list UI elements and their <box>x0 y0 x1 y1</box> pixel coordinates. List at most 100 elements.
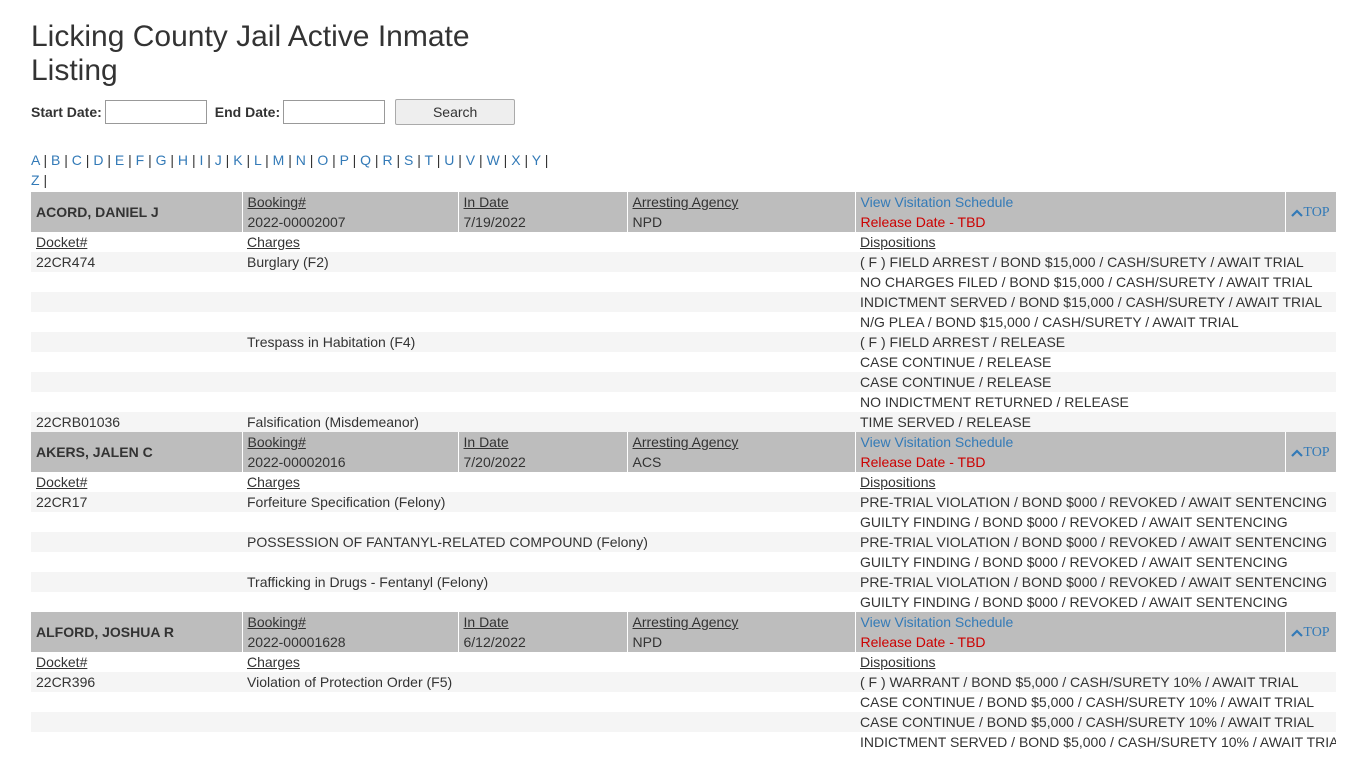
alphabet-link-j[interactable]: J <box>215 152 222 168</box>
dispositions-label[interactable]: Dispositions <box>860 472 1331 492</box>
booking-label[interactable]: Booking# <box>248 612 453 632</box>
top-cell: TOP <box>1285 432 1337 472</box>
booking-label[interactable]: Booking# <box>248 432 453 452</box>
charges-header-cell: Charges <box>242 472 855 492</box>
alphabet-link-f[interactable]: F <box>136 152 145 168</box>
alphabet-link-y[interactable]: Y <box>532 152 541 168</box>
booking-number: 2022-00001628 <box>247 634 346 650</box>
alphabet-link-k[interactable]: K <box>233 152 242 168</box>
page: Licking County Jail Active Inmate Listin… <box>0 0 1366 752</box>
visitation-schedule-link[interactable]: View Visitation Schedule <box>861 192 1280 212</box>
docket-label[interactable]: Docket# <box>36 472 237 492</box>
alphabet-separator: | <box>107 152 111 168</box>
agency-label[interactable]: Arresting Agency <box>633 432 850 452</box>
booking-number: 2022-00002016 <box>247 454 346 470</box>
alphabet-link-g[interactable]: G <box>156 152 167 168</box>
alphabet-separator: | <box>43 172 48 188</box>
in-date-cell: In Date 7/19/2022 <box>458 192 628 232</box>
docket-number <box>31 352 242 372</box>
docket-number: 22CR396 <box>31 672 242 692</box>
alphabet-link-s[interactable]: S <box>404 152 413 168</box>
alphabet-link-w[interactable]: W <box>487 152 500 168</box>
in-date-value: 7/19/2022 <box>463 214 526 230</box>
top-label: TOP <box>1303 625 1330 640</box>
in-date-label[interactable]: In Date <box>464 432 622 452</box>
booking-number: 2022-00002007 <box>247 214 346 230</box>
alphabet-separator: | <box>191 152 196 168</box>
charge-description <box>242 712 855 732</box>
alphabet-link-t[interactable]: T <box>425 152 433 168</box>
inmate-name: ACORD, DANIEL J <box>31 192 243 232</box>
alphabet-link-b[interactable]: B <box>51 152 60 168</box>
visitation-cell: View Visitation Schedule Release Date - T… <box>855 612 1286 652</box>
alphabet-link-q[interactable]: Q <box>360 152 371 168</box>
agency-value: NPD <box>632 634 663 650</box>
charge-description <box>242 592 855 612</box>
disposition-text: PRE-TRIAL VIOLATION / BOND $000 / REVOKE… <box>855 492 1336 512</box>
alphabet-link-i[interactable]: I <box>199 152 203 168</box>
back-to-top-link[interactable]: TOP <box>1291 445 1330 460</box>
end-date-input[interactable] <box>283 100 386 124</box>
alphabet-link-c[interactable]: C <box>72 152 82 168</box>
visitation-schedule-link[interactable]: View Visitation Schedule <box>861 432 1280 452</box>
docket-label[interactable]: Docket# <box>36 652 237 672</box>
charges-label[interactable]: Charges <box>247 652 850 672</box>
alphabet-link-p[interactable]: P <box>340 152 349 168</box>
alphabet-separator: | <box>396 152 401 168</box>
charge-row: 22CR396 Violation of Protection Order (F5… <box>31 672 1336 692</box>
charges-label[interactable]: Charges <box>247 472 850 492</box>
alphabet-link-a[interactable]: A <box>31 152 40 168</box>
alphabet-link-h[interactable]: H <box>178 152 188 168</box>
in-date-label[interactable]: In Date <box>464 612 622 632</box>
agency-label[interactable]: Arresting Agency <box>633 192 850 212</box>
docket-label[interactable]: Docket# <box>36 232 237 252</box>
alphabet-link-z[interactable]: Z <box>31 172 40 188</box>
alphabet-link-r[interactable]: R <box>382 152 392 168</box>
agency-label[interactable]: Arresting Agency <box>633 612 850 632</box>
disposition-text: GUILTY FINDING / BOND $000 / REVOKED / A… <box>855 592 1336 612</box>
alphabet-link-d[interactable]: D <box>93 152 103 168</box>
inmate-table: ACORD, DANIEL J Booking# 2022-00002007 In D… <box>31 192 1337 752</box>
inmate-name: AKERS, JALEN C <box>31 432 243 472</box>
alphabet-link-v[interactable]: V <box>466 152 475 168</box>
visitation-cell: View Visitation Schedule Release Date - T… <box>855 432 1286 472</box>
in-date-label[interactable]: In Date <box>464 192 622 212</box>
alphabet-link-e[interactable]: E <box>115 152 124 168</box>
charge-description <box>242 292 855 312</box>
agency-cell: Arresting Agency NPD <box>627 612 856 652</box>
in-date-cell: In Date 7/20/2022 <box>458 432 628 472</box>
alphabet-link-n[interactable]: N <box>296 152 306 168</box>
charge-row: NO CHARGES FILED / BOND $15,000 / CASH/S… <box>31 272 1336 292</box>
charges-label[interactable]: Charges <box>247 232 850 252</box>
visitation-cell: View Visitation Schedule Release Date - T… <box>855 192 1286 232</box>
alphabet-separator: | <box>43 152 48 168</box>
visitation-schedule-link[interactable]: View Visitation Schedule <box>861 612 1280 632</box>
back-to-top-link[interactable]: TOP <box>1291 205 1330 220</box>
booking-label[interactable]: Booking# <box>248 192 453 212</box>
disposition-text: N/G PLEA / BOND $15,000 / CASH/SURETY / … <box>855 312 1336 332</box>
docket-number <box>31 732 242 752</box>
start-date-input[interactable] <box>104 100 207 124</box>
disposition-text: CASE CONTINUE / RELEASE <box>855 352 1336 372</box>
charge-description <box>242 512 855 532</box>
docket-number: 22CRB01036 <box>31 412 242 432</box>
docket-number: 22CR17 <box>31 492 242 512</box>
charges-header-cell: Charges <box>242 652 855 672</box>
charge-row: GUILTY FINDING / BOND $000 / REVOKED / A… <box>31 592 1336 612</box>
alphabet-link-m[interactable]: M <box>273 152 285 168</box>
docket-number <box>31 592 242 612</box>
alphabet-link-o[interactable]: O <box>317 152 328 168</box>
charge-row: POSSESSION OF FANTANYL-RELATED COMPOUND … <box>31 532 1336 552</box>
alphabet-link-l[interactable]: L <box>254 152 261 168</box>
docket-number <box>31 532 242 552</box>
search-button[interactable]: Search <box>395 99 516 125</box>
docket-number <box>31 312 242 332</box>
alphabet-link-x[interactable]: X <box>511 152 520 168</box>
alphabet-link-u[interactable]: U <box>444 152 454 168</box>
dispositions-label[interactable]: Dispositions <box>860 652 1331 672</box>
back-to-top-link[interactable]: TOP <box>1291 625 1330 640</box>
disposition-text: PRE-TRIAL VIOLATION / BOND $000 / REVOKE… <box>855 572 1336 592</box>
charge-row: Trespass in Habitation (F4)( F ) FIELD A… <box>31 332 1336 352</box>
dispositions-label[interactable]: Dispositions <box>860 232 1331 252</box>
disposition-text: INDICTMENT SERVED / BOND $5,000 / CASH/S… <box>855 732 1336 752</box>
